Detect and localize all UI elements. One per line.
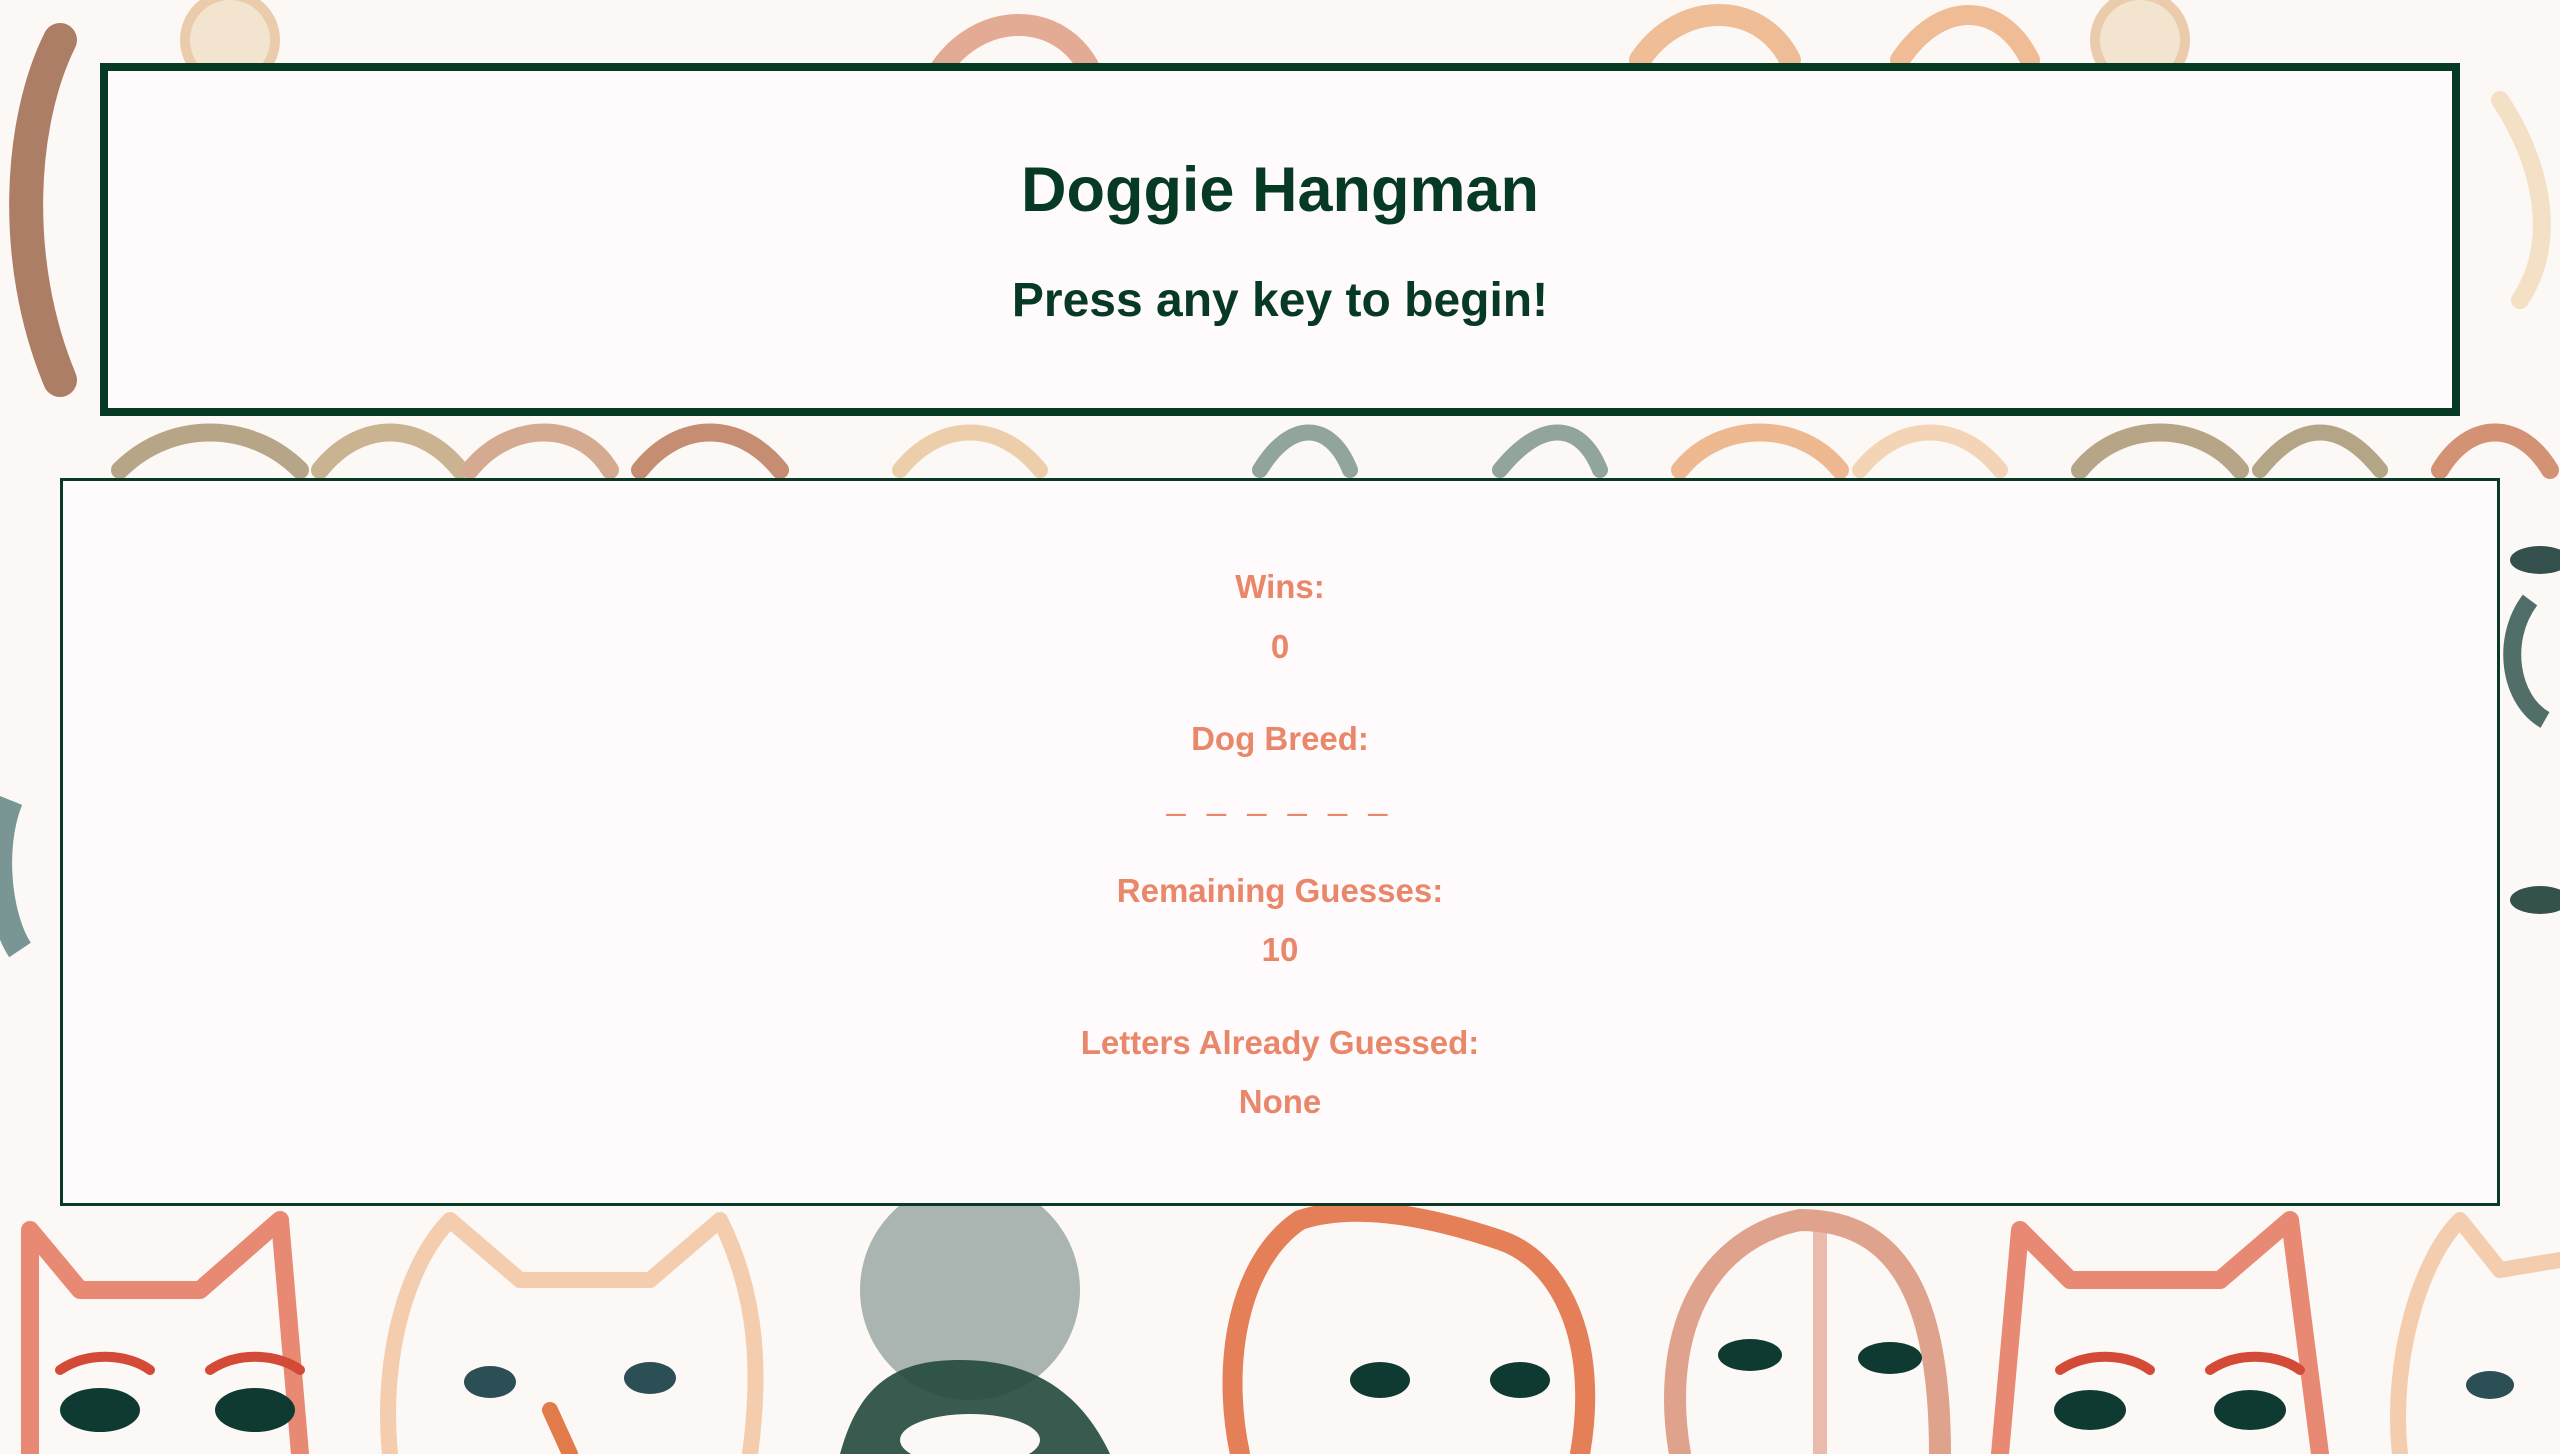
- dog-breed-label: Dog Breed:: [1191, 720, 1369, 757]
- wins-label: Wins:: [1235, 568, 1325, 605]
- remaining-guesses-label: Remaining Guesses:: [1116, 872, 1444, 909]
- wins-value: 0: [1270, 628, 1290, 665]
- start-prompt: Press any key to begin!: [1011, 274, 1549, 327]
- letters-guessed-label: Letters Already Guessed:: [1080, 1024, 1480, 1061]
- game-title: Doggie Hangman: [1020, 155, 1540, 225]
- header-panel: Doggie Hangman Press any key to begin!: [100, 63, 2460, 416]
- dog-breed-word: _ _ _ _ _ _: [1166, 779, 1394, 817]
- remaining-guesses-value: 10: [1261, 931, 1299, 968]
- letters-guessed-value: None: [1238, 1083, 1322, 1120]
- game-stats-panel: Wins: 0 Dog Breed: _ _ _ _ _ _ Remaining…: [60, 478, 2500, 1206]
